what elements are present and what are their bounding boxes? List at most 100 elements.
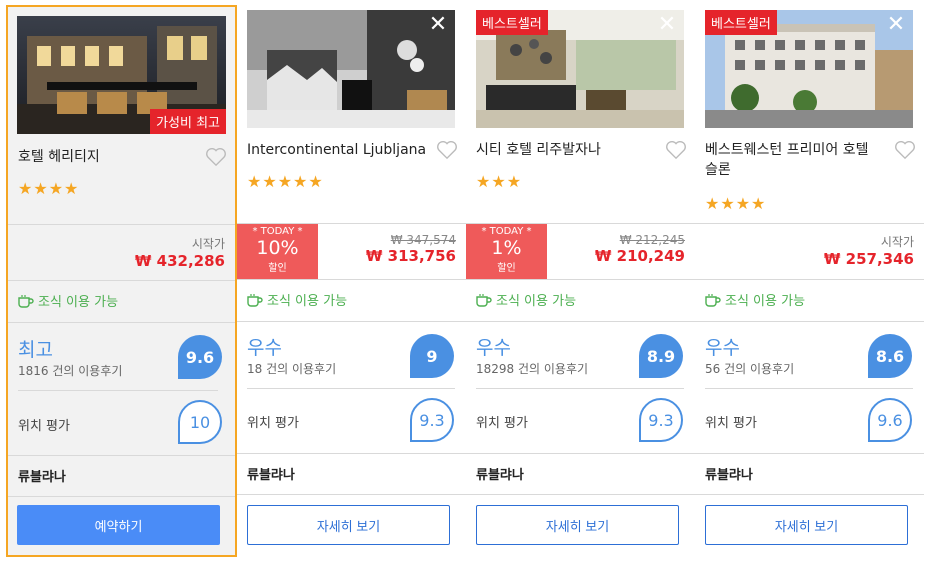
review-count[interactable]: 1816 건의 이용후기 [18, 362, 122, 379]
location-score-badge: 9.6 [868, 398, 912, 442]
close-icon[interactable]: ✕ [427, 14, 449, 36]
star-rating: ★★★★★ [247, 172, 324, 191]
today-discount-badge: * TODAY * 1% 할인 [466, 224, 547, 280]
original-price: ₩ 347,574 [390, 233, 456, 247]
price-block: ₩ 212,245 ₩ 210,249 [595, 233, 685, 265]
hotel-photo-image [247, 10, 455, 128]
star-rating: ★★★★ [705, 194, 767, 213]
divider [705, 388, 913, 389]
city-name: 류블랴나 [247, 468, 295, 483]
divider [695, 279, 924, 280]
rating-word: 최고 [18, 339, 53, 361]
hotel-name[interactable]: 호텔 헤리티지 [18, 147, 198, 167]
divider [8, 280, 235, 281]
price-block: 시작가 ₩ 257,346 [824, 233, 914, 268]
location-score-badge: 9.3 [639, 398, 683, 442]
location-score-badge: 10 [178, 400, 222, 444]
price[interactable]: ₩ 210,249 [595, 247, 685, 265]
location-label: 위치 평가 [247, 416, 299, 431]
discount-label: 할인 [497, 263, 516, 274]
review-count[interactable]: 18 건의 이용후기 [247, 360, 336, 377]
heart-icon[interactable] [205, 147, 227, 167]
hotel-name[interactable]: 베스트웨스턴 프리미어 호텔 슬론 [705, 140, 885, 180]
divider [8, 224, 235, 225]
star-rating: ★★★ [476, 172, 523, 191]
price[interactable]: ₩ 432,286 [135, 252, 225, 270]
breakfast-info: 조식 이용 가능 [247, 290, 347, 309]
bestseller-badge: 베스트셀러 [476, 10, 548, 35]
original-price: ₩ 212,245 [619, 233, 685, 247]
price[interactable]: ₩ 257,346 [824, 250, 914, 268]
divider [8, 455, 235, 456]
hotel-card-heritage[interactable]: 가성비 최고 호텔 헤리티지 ★★★★ 시작가 ₩ 432,286 조식 이용 … [6, 5, 237, 557]
details-button[interactable]: 자세히 보기 [476, 505, 679, 545]
divider [237, 453, 466, 454]
heart-icon[interactable] [436, 140, 458, 160]
breakfast-label: 조식 이용 가능 [38, 295, 119, 310]
rating-word: 우수 [705, 337, 740, 359]
breakfast-label: 조식 이용 가능 [267, 294, 348, 309]
review-score-badge: 9.6 [178, 335, 222, 379]
today-discount-badge: * TODAY * 10% 할인 [237, 224, 318, 280]
rating-word: 우수 [247, 337, 282, 359]
discount-label: 할인 [268, 263, 287, 274]
divider [237, 321, 466, 322]
hotel-comparison: 가성비 최고 호텔 헤리티지 ★★★★ 시작가 ₩ 432,286 조식 이용 … [0, 0, 928, 565]
divider [695, 321, 924, 322]
divider [237, 279, 466, 280]
location-score-badge: 9.3 [410, 398, 454, 442]
location-label: 위치 평가 [476, 416, 528, 431]
price-from-label: 시작가 [880, 235, 914, 249]
divider [237, 494, 466, 495]
details-button[interactable]: 자세히 보기 [247, 505, 450, 545]
divider [695, 453, 924, 454]
divider [18, 390, 218, 391]
bestseller-badge: 베스트셀러 [705, 10, 777, 35]
review-count[interactable]: 56 건의 이용후기 [705, 360, 794, 377]
divider [8, 322, 235, 323]
heart-icon[interactable] [665, 140, 687, 160]
price-block: 시작가 ₩ 432,286 [135, 235, 225, 270]
hotel-card-city-hotel[interactable]: 베스트셀러 ✕ 시티 호텔 리주발자나 ★★★ * TODAY * 1% 할인 … [466, 0, 695, 565]
price-block: ₩ 347,574 ₩ 313,756 [366, 233, 456, 265]
hotel-photo[interactable]: 베스트셀러 ✕ [705, 10, 913, 128]
divider [466, 321, 695, 322]
hotel-photo[interactable]: 베스트셀러 ✕ [476, 10, 684, 128]
coffee-cup-icon [18, 294, 34, 308]
hotel-card-best-western[interactable]: 베스트셀러 ✕ 베스트웨스턴 프리미어 호텔 슬론 ★★★★ 시작가 ₩ 257… [695, 0, 924, 565]
details-button[interactable]: 자세히 보기 [705, 505, 908, 545]
divider [466, 494, 695, 495]
review-count[interactable]: 18298 건의 이용후기 [476, 360, 588, 377]
best-value-badge: 가성비 최고 [150, 109, 226, 134]
book-button[interactable]: 예약하기 [17, 505, 220, 545]
heart-icon[interactable] [894, 140, 916, 160]
price-from-label: 시작가 [191, 237, 225, 251]
city-name: 류블랴나 [18, 470, 66, 485]
divider [695, 223, 924, 224]
hotel-photo[interactable]: 가성비 최고 [17, 16, 226, 134]
divider [466, 279, 695, 280]
price[interactable]: ₩ 313,756 [366, 247, 456, 265]
hotel-photo[interactable]: ✕ [247, 10, 455, 128]
hotel-name[interactable]: Intercontinental Ljubljana [247, 140, 427, 160]
coffee-cup-icon [247, 293, 263, 307]
breakfast-label: 조식 이용 가능 [725, 294, 806, 309]
location-label: 위치 평가 [705, 416, 757, 431]
divider [476, 388, 684, 389]
coffee-cup-icon [476, 293, 492, 307]
review-score-badge: 9 [410, 334, 454, 378]
review-score-badge: 8.6 [868, 334, 912, 378]
divider [695, 494, 924, 495]
breakfast-info: 조식 이용 가능 [705, 290, 805, 309]
coffee-cup-icon [705, 293, 721, 307]
hotel-card-intercontinental[interactable]: ✕ Intercontinental Ljubljana ★★★★★ * TOD… [237, 0, 466, 565]
review-score-badge: 8.9 [639, 334, 683, 378]
divider [8, 496, 235, 497]
close-icon[interactable]: ✕ [885, 14, 907, 36]
rating-word: 우수 [476, 337, 511, 359]
close-icon[interactable]: ✕ [656, 14, 678, 36]
today-label: * TODAY * [481, 226, 532, 237]
breakfast-info: 조식 이용 가능 [18, 291, 118, 310]
location-label: 위치 평가 [18, 419, 70, 434]
hotel-name[interactable]: 시티 호텔 리주발자나 [476, 140, 656, 160]
